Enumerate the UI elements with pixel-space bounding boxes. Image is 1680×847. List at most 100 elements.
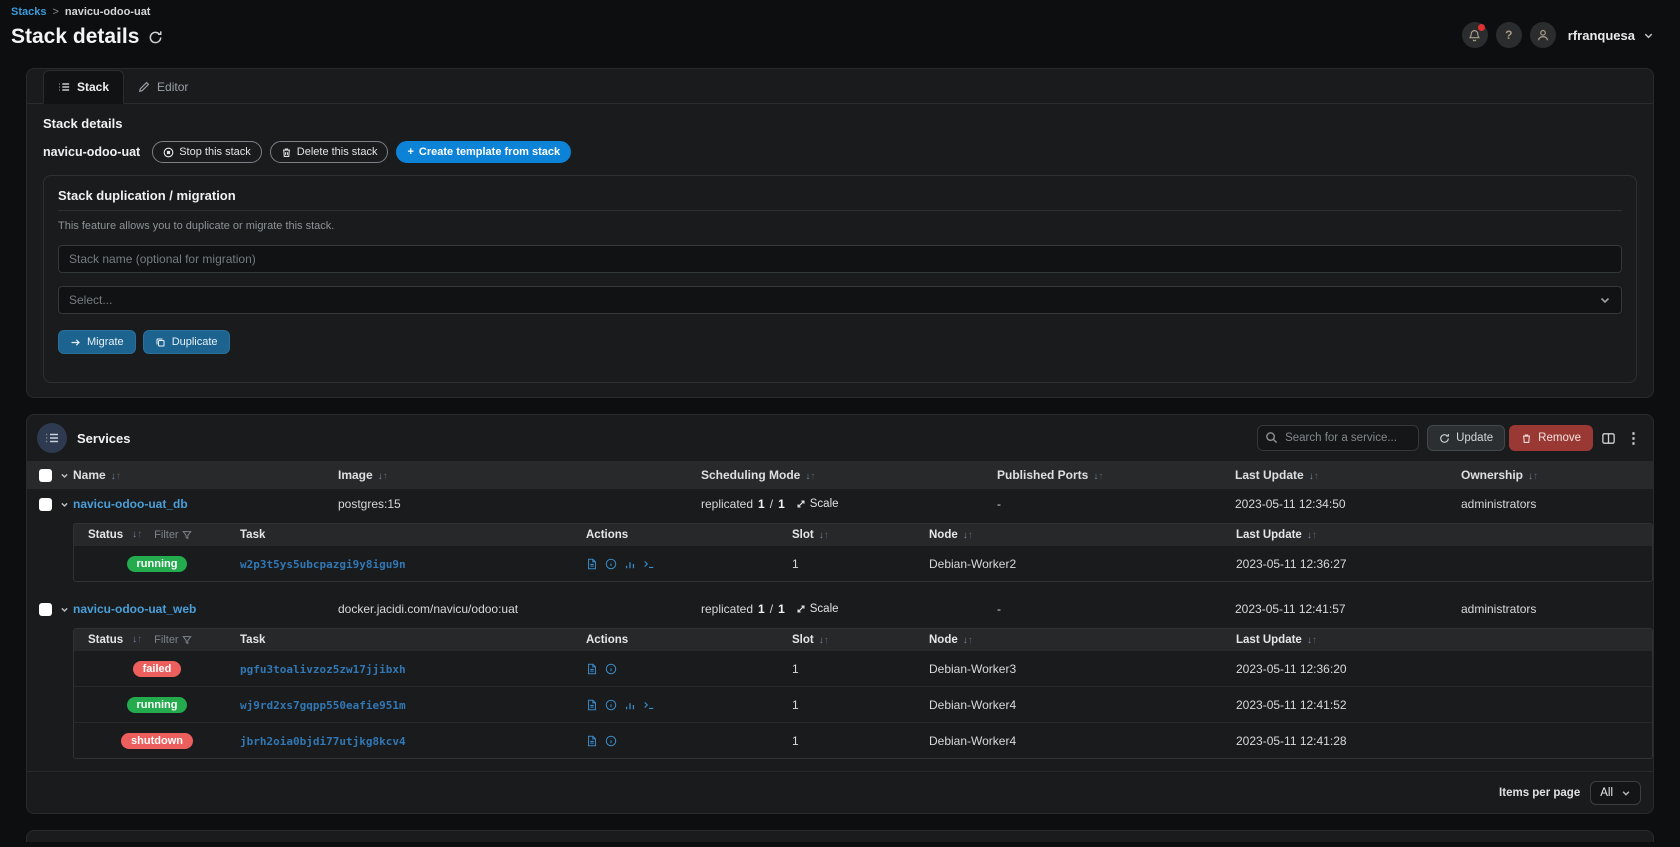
logs-icon[interactable] <box>586 735 598 747</box>
task-row: running w2p3t5ys5ubcpazgi9y8igu9n 1 Debi… <box>74 545 1652 581</box>
chevron-down-icon[interactable] <box>60 605 69 614</box>
select-all-checkbox[interactable] <box>39 469 52 482</box>
duplication-description: This feature allows you to duplicate or … <box>58 220 1622 232</box>
column-header-name[interactable]: Name↓↑ <box>73 468 338 482</box>
update-service-button[interactable]: Update <box>1427 425 1505 451</box>
sort-icons[interactable]: ↓↑ <box>1307 530 1317 541</box>
service-search-input[interactable] <box>1257 425 1419 451</box>
sort-icons[interactable]: ↓↑ <box>378 471 388 482</box>
user-menu-chevron-icon[interactable] <box>1643 30 1654 41</box>
task-slot: 1 <box>792 698 929 712</box>
kebab-menu-icon[interactable]: ⋮ <box>1624 429 1643 447</box>
sort-icons[interactable]: ↓↑ <box>1093 471 1103 482</box>
sort-icons[interactable]: ↓↑ <box>132 529 142 540</box>
notifications-bell-icon[interactable] <box>1462 22 1488 48</box>
chevron-down-icon[interactable] <box>60 471 69 480</box>
refresh-icon[interactable] <box>148 30 163 45</box>
inspect-icon[interactable] <box>605 699 617 711</box>
items-per-page-label: Items per page <box>1499 787 1580 799</box>
tasks-table-header: Status ↓↑ Filter Task Actions Slot↓↑ Nod… <box>74 524 1652 545</box>
list-icon <box>58 81 70 93</box>
next-panel-edge <box>26 830 1654 842</box>
table-footer: Items per page All <box>27 771 1653 813</box>
column-header-task[interactable]: Task <box>240 529 586 541</box>
stop-circle-icon <box>163 147 174 158</box>
help-icon[interactable]: ? <box>1496 22 1522 48</box>
tasks-table-web: Status ↓↑ Filter Task Actions Slot↓↑ Nod… <box>73 628 1653 759</box>
sort-icons[interactable]: ↓↑ <box>963 530 973 541</box>
console-icon[interactable] <box>643 558 655 570</box>
published-ports: - <box>997 602 1235 616</box>
tab-editor[interactable]: Editor <box>124 70 202 104</box>
column-header-status[interactable]: Status <box>88 529 123 541</box>
inspect-icon[interactable] <box>605 735 617 747</box>
logs-icon[interactable] <box>586 663 598 675</box>
status-badge: running <box>127 697 188 713</box>
column-header-scheduling-mode[interactable]: Scheduling Mode↓↑ <box>701 468 997 482</box>
scale-button[interactable]: Scale <box>796 603 839 615</box>
service-name-link[interactable]: navicu-odoo-uat_db <box>73 497 188 511</box>
column-header-last-update[interactable]: Last Update↓↑ <box>1235 468 1461 482</box>
row-checkbox[interactable] <box>39 603 52 616</box>
status-badge: shutdown <box>121 733 193 749</box>
sort-icons[interactable]: ↓↑ <box>1309 471 1319 482</box>
column-header-last-update[interactable]: Last Update↓↑ <box>1236 529 1652 541</box>
column-header-slot[interactable]: Slot↓↑ <box>792 634 929 646</box>
scale-button[interactable]: Scale <box>796 498 839 510</box>
column-header-node[interactable]: Node↓↑ <box>929 529 1236 541</box>
logs-icon[interactable] <box>586 558 598 570</box>
column-header-status[interactable]: Status <box>88 634 123 646</box>
row-checkbox[interactable] <box>39 498 52 511</box>
task-id-link[interactable]: pgfu3toalivzoz5zw17jjibxh <box>240 663 406 676</box>
plus-icon: + <box>407 146 413 158</box>
sort-icons[interactable]: ↓↑ <box>132 634 142 645</box>
column-header-published-ports[interactable]: Published Ports↓↑ <box>997 468 1235 482</box>
stack-name-input[interactable] <box>58 245 1622 273</box>
username[interactable]: rfranquesa <box>1568 28 1635 43</box>
inspect-icon[interactable] <box>605 663 617 675</box>
trash-icon <box>281 147 292 158</box>
delete-stack-button[interactable]: Delete this stack <box>270 141 389 163</box>
column-header-image[interactable]: Image↓↑ <box>338 468 701 482</box>
sort-icons[interactable]: ↓↑ <box>1528 471 1538 482</box>
expand-arrows-icon <box>796 499 806 509</box>
columns-settings-icon[interactable] <box>1601 431 1616 446</box>
logs-icon[interactable] <box>586 699 598 711</box>
sort-icons[interactable]: ↓↑ <box>963 635 973 646</box>
status-filter[interactable]: Filter <box>154 634 191 646</box>
environment-select[interactable]: Select... <box>58 286 1622 314</box>
sort-icons[interactable]: ↓↑ <box>111 471 121 482</box>
stop-stack-button[interactable]: Stop this stack <box>152 141 262 163</box>
sort-icons[interactable]: ↓↑ <box>819 635 829 646</box>
page-title: Stack details <box>11 25 139 49</box>
create-template-button[interactable]: + Create template from stack <box>396 141 571 163</box>
chevron-down-icon[interactable] <box>60 500 69 509</box>
task-id-link[interactable]: jbrh2oia0bjdi77utjkg8kcv4 <box>240 735 406 748</box>
task-last-update: 2023-05-11 12:36:20 <box>1236 662 1652 676</box>
sort-icons[interactable]: ↓↑ <box>819 530 829 541</box>
column-header-node[interactable]: Node↓↑ <box>929 634 1236 646</box>
task-id-link[interactable]: w2p3t5ys5ubcpazgi9y8igu9n <box>240 558 406 571</box>
remove-service-button[interactable]: Remove <box>1509 425 1593 451</box>
column-header-slot[interactable]: Slot↓↑ <box>792 529 929 541</box>
sort-icons[interactable]: ↓↑ <box>1307 635 1317 646</box>
inspect-icon[interactable] <box>605 558 617 570</box>
task-id-link[interactable]: wj9rd2xs7gqpp550eafie951m <box>240 699 406 712</box>
services-table-header: Name↓↑ Image↓↑ Scheduling Mode↓↑ Publish… <box>27 461 1653 489</box>
user-avatar-icon[interactable] <box>1530 22 1556 48</box>
items-per-page-select[interactable]: All <box>1590 781 1641 805</box>
stats-icon[interactable] <box>624 558 636 570</box>
service-name-link[interactable]: navicu-odoo-uat_web <box>73 602 196 616</box>
migrate-button[interactable]: Migrate <box>58 330 136 354</box>
stats-icon[interactable] <box>624 699 636 711</box>
status-filter[interactable]: Filter <box>154 529 191 541</box>
breadcrumb-stacks-link[interactable]: Stacks <box>11 6 46 18</box>
column-header-task[interactable]: Task <box>240 634 586 646</box>
console-icon[interactable] <box>643 699 655 711</box>
sort-icons[interactable]: ↓↑ <box>805 471 815 482</box>
task-node: Debian-Worker2 <box>929 557 1236 571</box>
tab-stack[interactable]: Stack <box>43 70 124 104</box>
column-header-last-update[interactable]: Last Update↓↑ <box>1236 634 1652 646</box>
duplicate-button[interactable]: Duplicate <box>143 330 230 354</box>
column-header-ownership[interactable]: Ownership↓↑ <box>1461 468 1653 482</box>
